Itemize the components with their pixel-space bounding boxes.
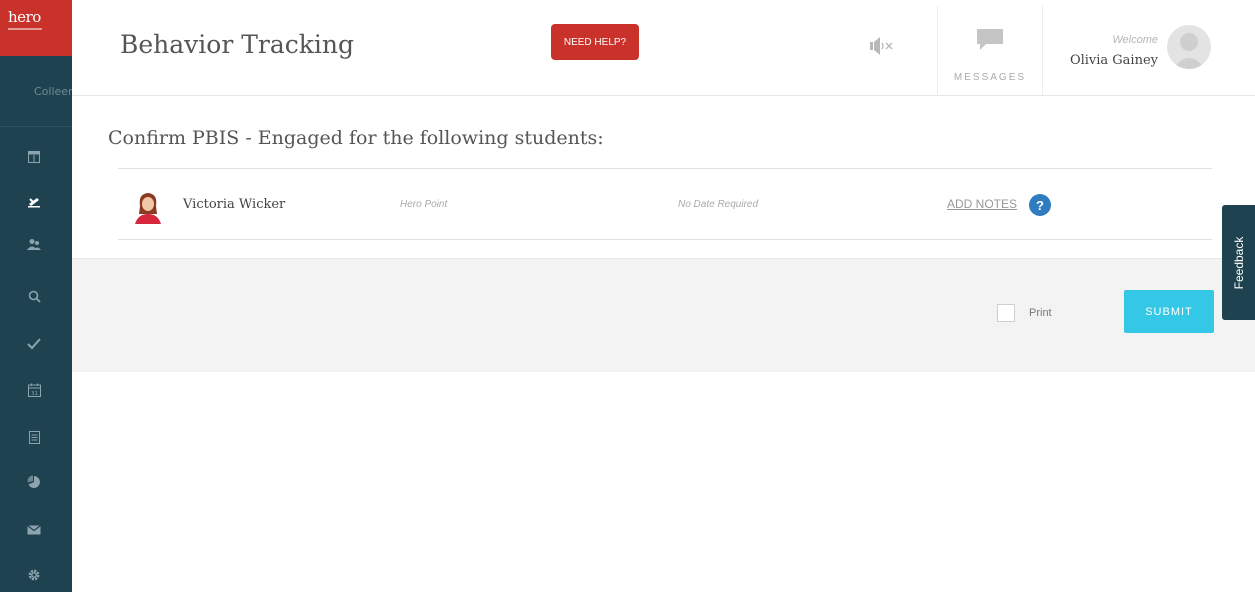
logo[interactable]: hero xyxy=(0,0,72,56)
welcome-label: Welcome xyxy=(1112,34,1158,46)
page-title: Behavior Tracking xyxy=(120,30,355,59)
section-title: Confirm PBIS - Engaged for the following… xyxy=(108,127,604,149)
add-notes-link[interactable]: ADD NOTES xyxy=(947,197,1017,211)
header-divider xyxy=(1042,6,1043,96)
school-name: Colleen xyxy=(34,85,72,98)
header: Behavior Tracking NEED HELP? MESSAGES We… xyxy=(72,0,1255,96)
mail-icon[interactable] xyxy=(24,520,44,540)
logo-text: hero xyxy=(8,8,41,26)
sidebar: hero Colleen 31 xyxy=(0,0,72,592)
help-icon[interactable]: ? xyxy=(1029,194,1051,216)
print-label: Print xyxy=(1029,307,1052,319)
app-root: hero Colleen 31 Behavior Tracking NEED H… xyxy=(0,0,1255,592)
gear-icon[interactable] xyxy=(24,565,44,585)
sound-muted-icon[interactable] xyxy=(868,34,908,58)
search-icon[interactable] xyxy=(24,286,44,306)
student-row: Victoria Wicker Hero Point No Date Requi… xyxy=(118,170,1212,239)
document-icon[interactable] xyxy=(24,427,44,447)
user-name[interactable]: Olivia Gainey xyxy=(1040,53,1158,68)
dashboard-icon[interactable] xyxy=(24,147,44,167)
messages-button[interactable]: MESSAGES xyxy=(938,6,1042,96)
behavior-icon[interactable] xyxy=(24,191,44,211)
date-requirement: No Date Required xyxy=(678,199,759,210)
calendar-icon[interactable]: 31 xyxy=(24,380,44,400)
calendar-day: 31 xyxy=(31,391,38,397)
submit-button[interactable]: SUBMIT xyxy=(1124,290,1214,333)
student-avatar xyxy=(132,190,164,224)
logo-tagline xyxy=(8,28,42,30)
feedback-tab[interactable]: Feedback xyxy=(1222,205,1255,320)
chat-icon xyxy=(977,29,1003,50)
need-help-button[interactable]: NEED HELP? xyxy=(551,24,639,60)
messages-label: MESSAGES xyxy=(953,72,1027,83)
user-silhouette-icon xyxy=(1173,33,1205,69)
pie-chart-icon[interactable] xyxy=(24,472,44,492)
check-icon[interactable] xyxy=(24,334,44,354)
students-icon[interactable] xyxy=(24,234,44,254)
action-panel: Print SUBMIT xyxy=(72,258,1255,372)
behavior-type: Hero Point xyxy=(400,199,448,210)
student-name: Victoria Wicker xyxy=(183,197,286,212)
sidebar-divider xyxy=(0,126,72,127)
avatar[interactable] xyxy=(1167,25,1211,69)
print-checkbox[interactable] xyxy=(997,304,1015,322)
divider xyxy=(118,239,1212,240)
divider xyxy=(118,168,1212,169)
feedback-label: Feedback xyxy=(1231,236,1246,289)
